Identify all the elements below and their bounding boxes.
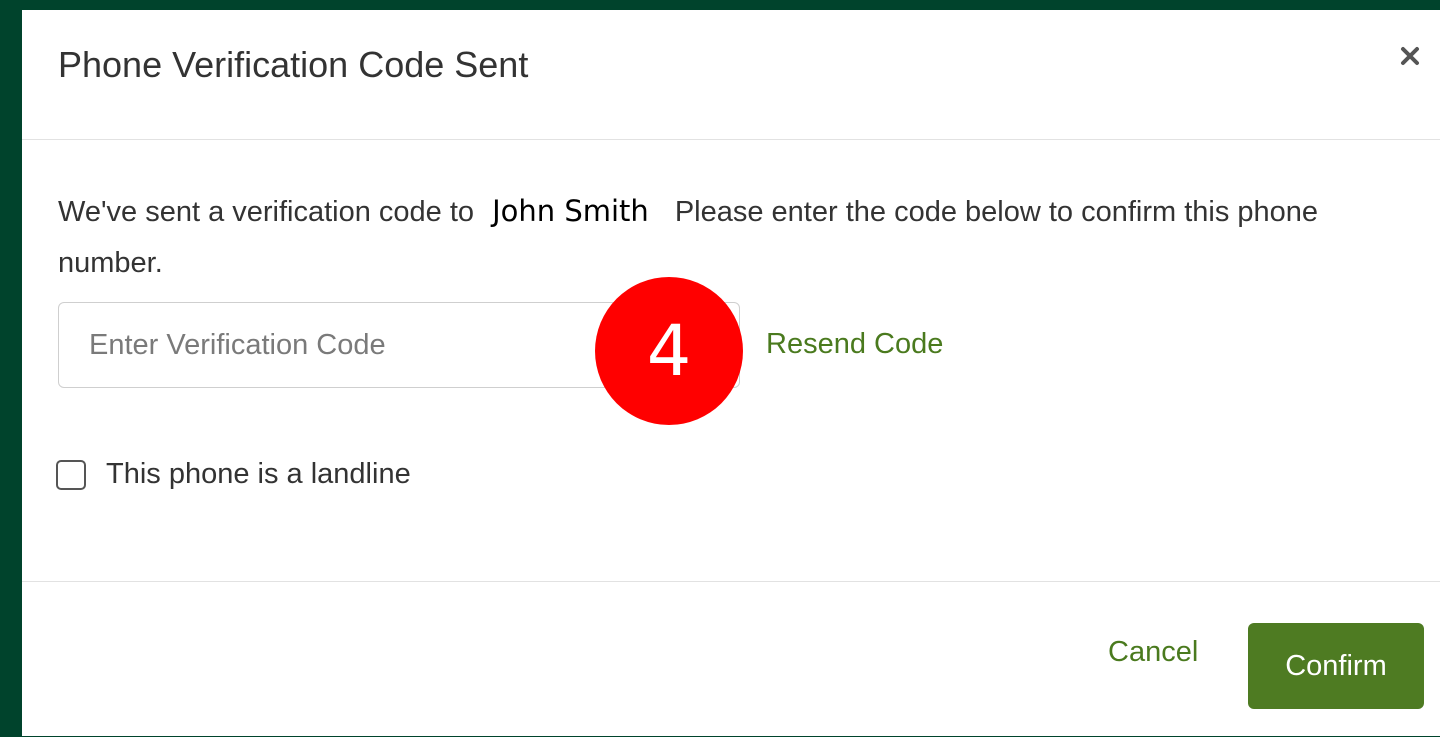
step-number-badge: 4 (595, 277, 743, 425)
close-icon (1401, 47, 1419, 65)
dialog-footer: Cancel Confirm (22, 581, 1440, 737)
verification-dialog: Phone Verification Code Sent We've sent … (22, 10, 1440, 736)
landline-checkbox[interactable] (56, 459, 86, 490)
confirm-button[interactable]: Confirm (1248, 623, 1424, 709)
message-before: We've sent a verification code to (58, 196, 475, 228)
recipient-name: John Smith (492, 194, 649, 228)
dialog-title: Phone Verification Code Sent (58, 44, 529, 85)
landline-option: This phone is a landline (56, 458, 411, 491)
resend-code-link[interactable]: Resend Code (766, 328, 943, 361)
landline-label: This phone is a landline (106, 458, 411, 490)
close-button[interactable] (1394, 40, 1426, 72)
dialog-message: We've sent a verification code to John Sm… (58, 186, 1428, 289)
dialog-header: Phone Verification Code Sent (22, 10, 1440, 140)
cancel-button[interactable]: Cancel (1108, 636, 1198, 669)
